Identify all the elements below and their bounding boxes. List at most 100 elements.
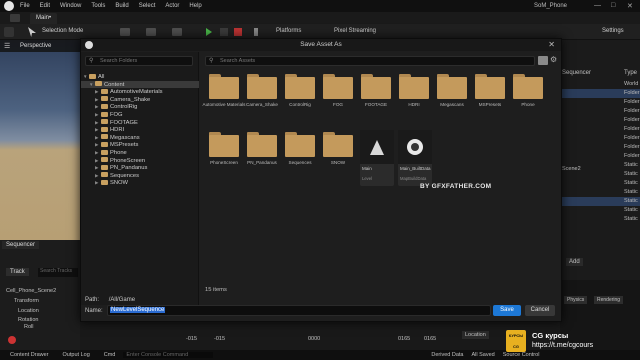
outliner-row[interactable]: Static (560, 206, 640, 215)
content-drawer-button[interactable]: Content Drawer (10, 352, 49, 358)
outliner-row[interactable]: Folder (560, 98, 640, 107)
cinematics-icon[interactable] (172, 28, 182, 36)
close-icon[interactable]: ✕ (627, 2, 633, 10)
platforms-dropdown[interactable]: Platforms (272, 27, 305, 37)
pixel-streaming-dropdown[interactable]: Pixel Streaming (330, 27, 380, 37)
outliner-row[interactable]: World (560, 80, 640, 89)
sequencer-timeline[interactable]: -015 -015 0000 0165 0165 Location (80, 320, 560, 350)
asset-card[interactable]: Main Level (360, 130, 394, 186)
tree-folder-item[interactable]: ▶ Sequences (81, 172, 199, 180)
selection-mode-dropdown[interactable]: Selection Mode (38, 27, 87, 37)
add-component-button[interactable]: Add (566, 258, 583, 266)
outliner-row[interactable]: Folder (560, 116, 640, 125)
tree-folder-item[interactable]: ▶ FOOTAGE (81, 119, 199, 127)
all-saved-button[interactable]: All Saved (471, 352, 494, 358)
outliner-row[interactable]: Static (560, 215, 640, 224)
tree-folder-item[interactable]: ▶ Phone (81, 149, 199, 157)
step-icon[interactable] (220, 28, 228, 36)
cmd-dropdown[interactable]: Cmd (104, 352, 116, 358)
menu-file[interactable]: File (20, 3, 30, 9)
menu-edit[interactable]: Edit (40, 3, 50, 9)
track-search-input[interactable]: Search Tracks (38, 268, 78, 277)
outliner-row[interactable]: Static (560, 179, 640, 188)
settings-button[interactable]: Settings (598, 27, 628, 37)
tree-folder-item[interactable]: ▼ All (81, 73, 199, 81)
sequencer-track[interactable]: Roll (24, 324, 33, 330)
outliner-row[interactable]: Folder (560, 134, 640, 143)
tree-folder-item[interactable]: ▶ AutomotiveMaterials (81, 88, 199, 96)
tree-folder-item[interactable]: ▶ FOG (81, 111, 199, 119)
folder-tile[interactable]: FOG (320, 74, 356, 120)
asset-name-input[interactable]: NewLevelSequence (107, 305, 491, 316)
outliner-row[interactable]: Folder (560, 152, 640, 161)
folder-tile[interactable]: PhoneScreen (206, 132, 242, 178)
folder-tile[interactable]: Automotive Materials (203, 74, 245, 120)
outliner-row[interactable]: Static (560, 188, 640, 197)
derived-data-button[interactable]: Derived Data (431, 352, 463, 358)
details-tab-rendering[interactable]: Rendering (594, 296, 624, 304)
unreal-logo-icon[interactable] (4, 1, 14, 11)
tree-folder-item[interactable]: ▼ Content (81, 80, 199, 89)
location-dropdown[interactable]: Location (462, 331, 489, 339)
perspective-mode-button[interactable]: Perspective (20, 43, 51, 49)
menu-select[interactable]: Select (139, 3, 156, 9)
folder-tile[interactable]: Camera_Shake (244, 74, 280, 120)
sequencer-track[interactable]: Cell_Phone_Scene2 (6, 288, 56, 294)
save-current-icon[interactable] (4, 27, 14, 37)
cancel-button[interactable]: Cancel (525, 305, 555, 316)
folder-tile[interactable]: PN_Pandanus (244, 132, 280, 178)
more-options-icon[interactable] (254, 28, 258, 36)
tree-folder-item[interactable]: ▶ Camera_Shake (81, 96, 199, 104)
viewport-menu-icon[interactable]: ☰ (4, 42, 10, 50)
save-button[interactable]: Save (493, 305, 521, 316)
folder-tile[interactable]: FOOTAGE (358, 74, 394, 120)
sequencer-track[interactable]: Transform (14, 298, 39, 304)
tree-folder-item[interactable]: ▶ SNOW (81, 179, 199, 187)
content-icon[interactable] (120, 28, 130, 36)
level-viewport[interactable] (0, 40, 80, 240)
tree-folder-item[interactable]: ▶ MSPresets (81, 141, 199, 149)
minimize-icon[interactable]: — (594, 2, 601, 9)
outliner-row[interactable]: Folder (560, 143, 640, 152)
tree-folder-item[interactable]: ▶ HDRI (81, 126, 199, 134)
maximize-icon[interactable]: □ (611, 2, 615, 9)
tree-folder-item[interactable]: ▶ ControlRig (81, 103, 199, 111)
outliner-row[interactable]: Folder (560, 125, 640, 134)
asset-card[interactable]: Main_BuiltData MapBuildData (398, 130, 432, 186)
menu-build[interactable]: Build (115, 3, 128, 9)
sequencer-track[interactable]: Rotation (18, 317, 39, 323)
outliner-row[interactable]: Static (560, 197, 640, 206)
menu-actor[interactable]: Actor (165, 3, 179, 9)
promo-link[interactable]: https://t.me/cgcours (532, 342, 593, 349)
folder-tile[interactable]: HDRI (396, 74, 432, 120)
menu-help[interactable]: Help (189, 3, 201, 9)
tree-folder-item[interactable]: ▶ PhoneScreen (81, 157, 199, 165)
save-icon[interactable] (10, 14, 20, 22)
outliner-type-header[interactable]: Type (624, 70, 637, 76)
add-track-button[interactable]: Track (6, 268, 29, 276)
stop-icon[interactable] (234, 28, 242, 36)
record-icon[interactable] (8, 336, 16, 344)
close-icon[interactable]: ✕ (548, 40, 555, 49)
menu-tools[interactable]: Tools (91, 3, 105, 9)
folder-tile[interactable]: Sequences (282, 132, 318, 178)
details-tab-physics[interactable]: Physics (564, 296, 588, 304)
blueprint-icon[interactable] (146, 28, 156, 36)
menu-window[interactable]: Window (60, 3, 81, 9)
folder-tile[interactable]: ControlRig (282, 74, 318, 120)
filter-folder-icon[interactable] (538, 56, 548, 65)
sequencer-track[interactable]: Location (18, 308, 39, 314)
console-command-input[interactable]: Enter Console Command (123, 352, 214, 358)
folder-tile[interactable]: MSPresets (472, 74, 508, 120)
tree-folder-item[interactable]: ▶ PN_Pandanus (81, 164, 199, 172)
play-icon[interactable] (206, 28, 212, 36)
tree-folder-item[interactable]: ▶ Megascans (81, 134, 199, 142)
folder-tile[interactable]: Megascans (434, 74, 470, 120)
outliner-row[interactable]: Folder (560, 107, 640, 116)
folder-tile[interactable]: Phone (510, 74, 546, 120)
folder-tile[interactable]: SNOW (320, 132, 356, 178)
tab-main[interactable]: Main• (30, 13, 58, 24)
folder-search-input[interactable]: ⚲ Search Folders (85, 56, 193, 66)
sequencer-tab[interactable]: Sequencer (2, 241, 40, 249)
output-log-button[interactable]: Output Log (63, 352, 90, 358)
